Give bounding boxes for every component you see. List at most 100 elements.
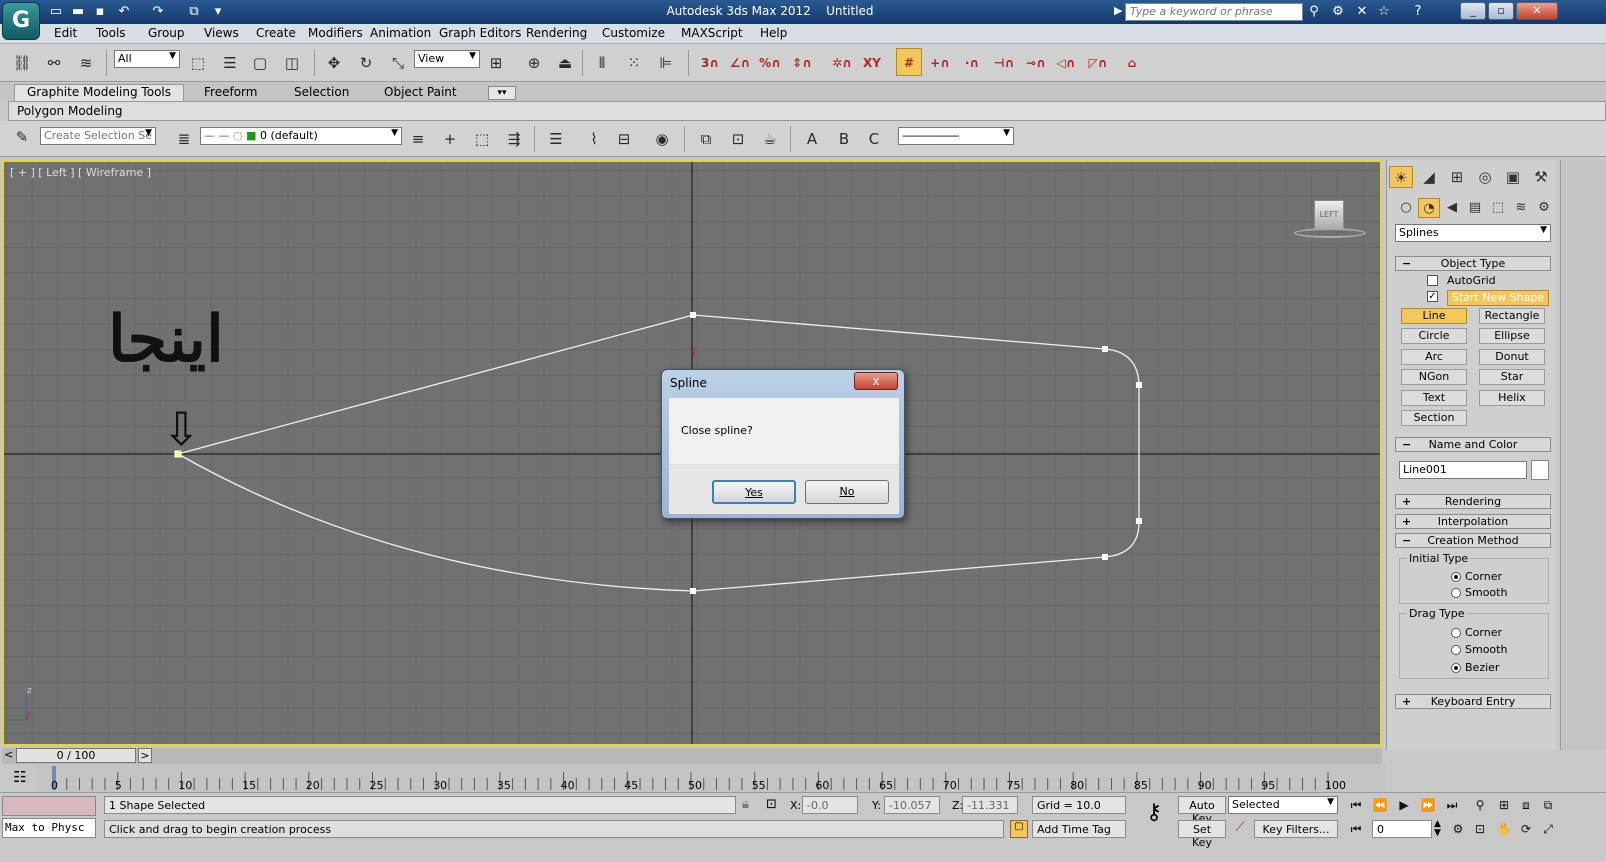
ellipse-button[interactable]: Ellipse	[1479, 328, 1545, 344]
menu-graph-editors[interactable]: Graph Editors	[439, 26, 521, 40]
line-button[interactable]: Line	[1401, 308, 1467, 324]
initial-corner-radio[interactable]	[1451, 572, 1461, 582]
move-icon[interactable]: ✥	[322, 52, 346, 74]
ribbon-options-button[interactable]: ▾▾	[488, 86, 516, 100]
spinner-snap-icon[interactable]: ⇕∩	[790, 52, 814, 74]
material-editor-icon[interactable]: ◉	[650, 128, 674, 150]
perpendicular-snap-icon[interactable]: ◸∩	[1086, 52, 1110, 74]
time-configuration-icon[interactable]: ⚙	[1448, 820, 1468, 838]
search-expand-icon[interactable]: ▶	[1114, 4, 1122, 17]
render-production-icon[interactable]: ☕	[758, 128, 782, 150]
link-icon[interactable]: ⛓	[10, 52, 34, 74]
rectangular-selection-icon[interactable]: ▢	[248, 52, 272, 74]
layer-manager-icon[interactable]: ≣	[172, 128, 196, 150]
rendered-frame-window-icon[interactable]: ⊡	[726, 128, 750, 150]
rotate-icon[interactable]: ↻	[354, 52, 378, 74]
named-selection-dropdown[interactable]: Create Selection Se ▼	[40, 127, 156, 145]
add-to-layer-icon[interactable]: +	[438, 128, 462, 150]
polygon-modeling-label[interactable]: Polygon Modeling	[17, 104, 123, 118]
menu-help[interactable]: Help	[760, 26, 787, 40]
modify-tab-icon[interactable]: ◢	[1417, 166, 1441, 188]
helpers-icon[interactable]: ⬚	[1487, 198, 1509, 218]
app-menu-button[interactable]: G	[2, 2, 40, 40]
brush-preset-dropdown[interactable]: ------------------- ▼	[898, 127, 1014, 145]
motion-tab-icon[interactable]: ◎	[1473, 166, 1497, 188]
yes-button[interactable]: Yes	[712, 480, 796, 504]
next-frame-arrow[interactable]: >	[138, 748, 152, 763]
maximize-viewport-icon[interactable]: ⤢	[1538, 820, 1558, 838]
close-window-button[interactable]: ✕	[1516, 2, 1558, 20]
new-file-icon[interactable]: ▭	[48, 4, 64, 20]
array-icon[interactable]: ⁙	[622, 52, 646, 74]
tab-graphite-modeling-tools[interactable]: Graphite Modeling Tools	[14, 84, 184, 101]
shapes-icon[interactable]: ◔	[1418, 198, 1440, 218]
hierarchy-tab-icon[interactable]: ⊞	[1445, 166, 1469, 188]
zoom-icon[interactable]: ⚲	[1470, 796, 1490, 814]
rectangle-button[interactable]: Rectangle	[1479, 308, 1545, 324]
bind-space-warp-icon[interactable]: ≋	[74, 52, 98, 74]
donut-button[interactable]: Donut	[1479, 349, 1545, 365]
menu-views[interactable]: Views	[204, 26, 239, 40]
tab-object-paint[interactable]: Object Paint	[380, 85, 461, 101]
start-new-shape-checkbox[interactable]: ✓	[1427, 291, 1438, 302]
open-file-icon[interactable]: ▬	[70, 4, 86, 20]
object-name-field[interactable]: Line001	[1399, 461, 1527, 479]
maxscript-listener-pink[interactable]	[2, 796, 96, 816]
container-a-icon[interactable]: A	[800, 128, 824, 150]
display-tab-icon[interactable]: ▣	[1501, 166, 1525, 188]
key-filters-button[interactable]: Key Filters...	[1254, 820, 1338, 838]
face-snap-icon[interactable]: ◁∩	[1054, 52, 1078, 74]
create-tab-icon[interactable]: ☀	[1389, 166, 1413, 188]
previous-frame-arrow[interactable]: <	[4, 748, 13, 761]
helix-button[interactable]: Helix	[1479, 390, 1545, 406]
go-to-end-icon[interactable]: ⏭	[1442, 796, 1462, 814]
undo-icon[interactable]: ↶	[116, 4, 132, 20]
save-icon[interactable]: ▪	[92, 4, 108, 20]
arc-button[interactable]: Arc	[1401, 349, 1467, 365]
menu-rendering[interactable]: Rendering	[526, 26, 587, 40]
add-time-tag-button[interactable]: Add Time Tag	[1032, 820, 1126, 838]
unlink-icon[interactable]: ⚯	[42, 52, 66, 74]
maximize-button[interactable]: ▫	[1488, 2, 1514, 20]
interpolation-rollout[interactable]: + Interpolation	[1395, 514, 1551, 529]
selection-lock-icon[interactable]: 🔒︎	[742, 797, 749, 812]
viewcube-compass-ring[interactable]	[1294, 228, 1366, 238]
menu-tools[interactable]: Tools	[96, 26, 126, 40]
menu-edit[interactable]: Edit	[54, 26, 77, 40]
binoculars-icon[interactable]: ⚲	[1306, 4, 1322, 20]
key-mode-dropdown[interactable]: Selected ▼	[1228, 796, 1338, 814]
window-crossing-icon[interactable]: ◫	[280, 52, 304, 74]
snap-xy-icon[interactable]: XY	[860, 52, 884, 74]
set-current-layer-icon[interactable]: ⇶	[502, 128, 526, 150]
menu-maxscript[interactable]: MAXScript	[681, 26, 743, 40]
container-b-icon[interactable]: B	[832, 128, 856, 150]
object-color-swatch[interactable]	[1531, 460, 1549, 480]
selection-filter-dropdown[interactable]: All ▼	[114, 50, 180, 68]
go-to-start-icon[interactable]: ⏮	[1346, 796, 1366, 814]
keyboard-entry-rollout[interactable]: + Keyboard Entry	[1395, 694, 1551, 709]
zoom-extents-icon[interactable]: ⧈	[1516, 796, 1536, 814]
maxscript-mini-listener[interactable]: Max to Physc	[2, 818, 96, 838]
command-panel-scrollbar[interactable]	[1560, 160, 1606, 750]
communication-icon[interactable]: ✕	[1354, 4, 1370, 20]
pan-view-icon[interactable]: ✋	[1494, 820, 1514, 838]
current-frame-field[interactable]: 0	[1372, 820, 1432, 838]
zoom-extents-all-icon[interactable]: ⧉	[1538, 796, 1558, 814]
snaps-toggle-icon[interactable]: 3∩	[698, 52, 722, 74]
object-category-dropdown[interactable]: Splines ▼	[1395, 224, 1551, 242]
space-warps-icon[interactable]: ≋	[1510, 198, 1532, 218]
layer-dropdown[interactable]: — — ◌ ■ 0 (default) ▼	[200, 127, 402, 145]
systems-icon[interactable]: ⚙	[1533, 198, 1555, 218]
text-button[interactable]: Text	[1401, 390, 1467, 406]
star-button[interactable]: Star	[1479, 369, 1545, 385]
search-input[interactable]: Type a keyword or phrase	[1125, 3, 1303, 21]
hold-icon[interactable]: ⧉	[186, 4, 202, 20]
zoom-all-icon[interactable]: ⊞	[1494, 796, 1514, 814]
scene-explorer-icon[interactable]: ☰	[544, 128, 568, 150]
tab-selection[interactable]: Selection	[290, 85, 353, 101]
redo-icon[interactable]: ↷	[150, 4, 166, 20]
viewcube[interactable]: LEFT	[1314, 200, 1344, 230]
snap-options-icon[interactable]: ⌂	[1120, 52, 1144, 74]
render-setup-icon[interactable]: ⧉	[694, 128, 718, 150]
vertex-snap-icon[interactable]: +∩	[928, 52, 952, 74]
